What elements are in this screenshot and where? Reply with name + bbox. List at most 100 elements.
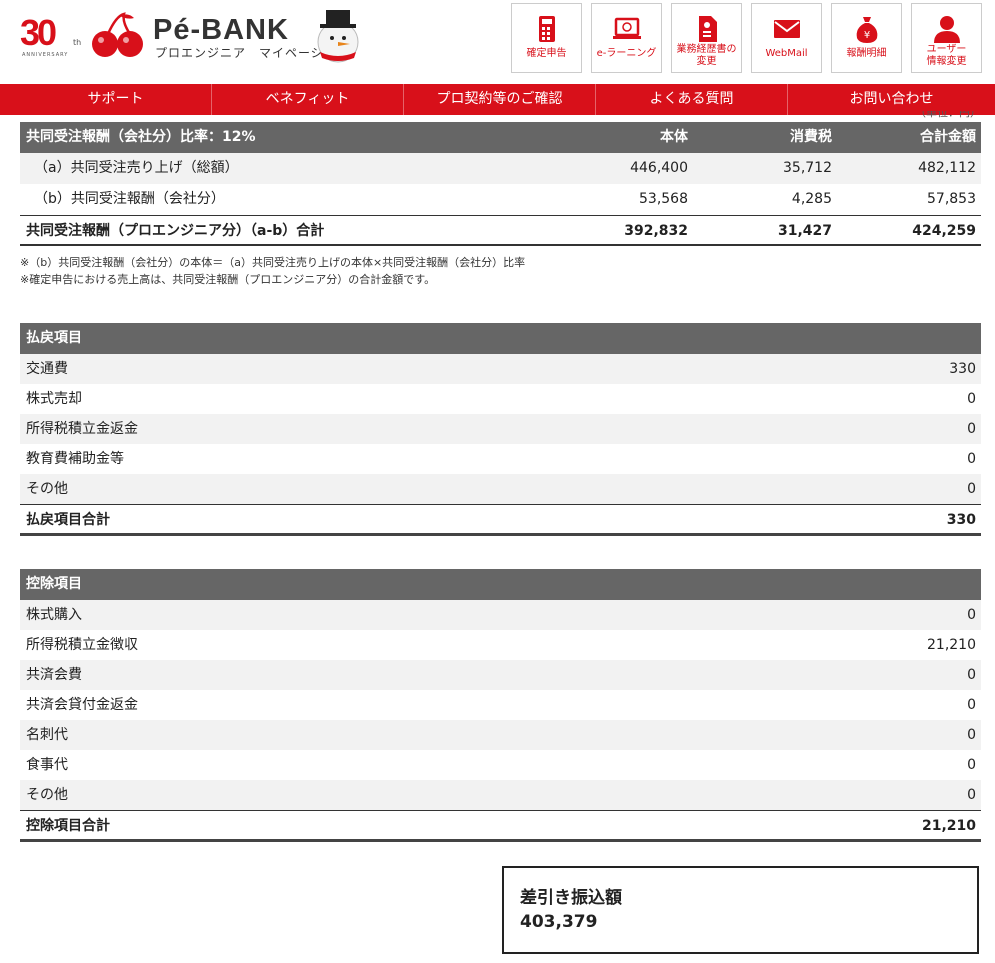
cherry-logo-icon[interactable] xyxy=(90,12,146,60)
user-settings-label: ユーザー 情報変更 xyxy=(926,44,967,67)
row-value: 0 xyxy=(967,421,976,437)
document-icon xyxy=(698,16,717,42)
row-value: 330 xyxy=(949,361,976,377)
table-row: 所得税積立金返金 0 xyxy=(20,414,981,444)
row-value: 21,210 xyxy=(927,637,976,653)
career-history-button[interactable]: 業務経歴書の 変更 xyxy=(671,3,742,73)
row-value: 0 xyxy=(967,451,976,467)
nav-faq[interactable]: よくある質問 xyxy=(596,84,788,115)
anniversary-suffix: th xyxy=(73,38,82,47)
net-transfer-amount: 403,379 xyxy=(520,912,598,932)
refund-table: 払戻項目 交通費 330 株式売却 0 所得税積立金返金 0 教育費補助金等 0 その他… xyxy=(20,323,981,536)
money-bag-icon: ¥ xyxy=(856,17,877,43)
row-value-base: 446,400 xyxy=(630,160,688,176)
nav-contract[interactable]: プロ契約等のご確認 xyxy=(404,84,596,115)
table-row: 食事代 0 xyxy=(20,750,981,780)
row-label: 教育費補助金等 xyxy=(26,451,124,467)
laptop-icon xyxy=(612,17,641,39)
pay-statement-button[interactable]: ¥ 報酬明細 xyxy=(831,3,902,73)
table-row: 株式売却 0 xyxy=(20,384,981,414)
row-label: 株式売却 xyxy=(26,391,82,407)
row-value: 0 xyxy=(967,757,976,773)
row-label: （a）共同受注売り上げ（総額） xyxy=(34,160,239,176)
row-label: 交通費 xyxy=(26,361,68,377)
row-label: （b）共同受注報酬（会社分） xyxy=(34,191,225,207)
note-2: ※確定申告における売上高は、共同受注報酬（プロエンジニア分）の合計金額です。 xyxy=(20,273,436,286)
unit-label: （単位：円） xyxy=(915,111,981,119)
total-value: 330 xyxy=(946,512,976,528)
row-label: 株式購入 xyxy=(26,607,82,623)
tax-return-button[interactable]: 確定申告 xyxy=(511,3,582,73)
calculator-icon xyxy=(538,16,555,42)
site-header: 30 th ANNIVERSARY Pé-BANK プロエンジニア マイページ … xyxy=(0,0,995,84)
row-value: 0 xyxy=(967,727,976,743)
deduction-table: 控除項目 株式購入 0 所得税積立金徴収 21,210 共済会費 0 共済会貸付金返金… xyxy=(20,569,981,842)
nav-support[interactable]: サポート xyxy=(20,84,212,115)
row-label: 所得税積立金徴収 xyxy=(26,637,138,653)
row-value: 0 xyxy=(967,391,976,407)
row-value: 0 xyxy=(967,607,976,623)
brand-name[interactable]: Pé-BANK xyxy=(153,14,289,47)
nav-benefit[interactable]: ベネフィット xyxy=(212,84,404,115)
e-learning-button[interactable]: e-ラーニング xyxy=(591,3,662,73)
total-value-total: 424,259 xyxy=(912,223,976,239)
row-value: 0 xyxy=(967,697,976,713)
table-row: （a）共同受注売り上げ（総額） 446,400 35,712 482,112 xyxy=(20,153,981,184)
row-label: その他 xyxy=(26,787,68,803)
joint-order-title: 共同受注報酬（会社分）比率：12% xyxy=(26,129,256,145)
user-settings-button[interactable]: ユーザー 情報変更 xyxy=(911,3,982,73)
note-1: ※（b）共同受注報酬（会社分）の本体＝（a）共同受注売り上げの本体×共同受注報酬… xyxy=(20,256,526,269)
tax-return-label: 確定申告 xyxy=(526,48,567,59)
table-row: その他 0 xyxy=(20,474,981,504)
mail-icon xyxy=(773,20,800,38)
row-label: 名刺代 xyxy=(26,727,68,743)
table-row: 名刺代 0 xyxy=(20,720,981,750)
table-row: 株式購入 0 xyxy=(20,600,981,630)
row-value: 0 xyxy=(967,667,976,683)
total-value-tax: 31,427 xyxy=(777,223,832,239)
row-value: 0 xyxy=(967,481,976,497)
webmail-label: WebMail xyxy=(765,48,808,59)
col-header-total: 合計金額 xyxy=(920,129,976,145)
webmail-button[interactable]: WebMail xyxy=(751,3,822,73)
row-value-tax: 4,285 xyxy=(791,191,832,207)
col-header-tax: 消費税 xyxy=(790,129,832,145)
refund-total-row: 払戻項目合計 330 xyxy=(20,504,981,536)
table-row: 教育費補助金等 0 xyxy=(20,444,981,474)
main-nav: サポート ベネフィット プロ契約等のご確認 よくある質問 お問い合わせ xyxy=(20,84,995,115)
joint-order-notes: ※（b）共同受注報酬（会社分）の本体＝（a）共同受注売り上げの本体×共同受注報酬… xyxy=(20,254,525,288)
e-learning-label: e-ラーニング xyxy=(596,48,657,59)
table-row: 共済会貸付金返金 0 xyxy=(20,690,981,720)
joint-order-header: 共同受注報酬（会社分）比率：12% 本体 消費税 合計金額 xyxy=(20,122,981,153)
row-value-base: 53,568 xyxy=(639,191,688,207)
net-transfer-box: 差引き振込額 403,379 xyxy=(502,866,979,954)
user-icon xyxy=(933,16,960,43)
total-label: 控除項目合計 xyxy=(26,818,110,834)
pay-statement-label: 報酬明細 xyxy=(846,48,887,59)
total-label: 共同受注報酬（プロエンジニア分）（a-b）合計 xyxy=(26,223,325,239)
deduction-total-row: 控除項目合計 21,210 xyxy=(20,810,981,842)
row-label: 共済会貸付金返金 xyxy=(26,697,138,713)
total-value-base: 392,832 xyxy=(624,223,688,239)
table-row: （b）共同受注報酬（会社分） 53,568 4,285 57,853 xyxy=(20,184,981,215)
row-label: 所得税積立金返金 xyxy=(26,421,138,437)
table-row: 所得税積立金徴収 21,210 xyxy=(20,630,981,660)
nav-bar-edge xyxy=(0,84,20,115)
career-history-label: 業務経歴書の 変更 xyxy=(676,44,737,67)
deduction-header: 控除項目 xyxy=(20,569,981,600)
row-value-tax: 35,712 xyxy=(783,160,832,176)
snowman-icon xyxy=(317,10,359,63)
row-label: 共済会費 xyxy=(26,667,82,683)
svg-text:¥: ¥ xyxy=(863,30,869,41)
anniversary-text: ANNIVERSARY xyxy=(22,52,69,58)
row-label: 食事代 xyxy=(26,757,68,773)
total-label: 払戻項目合計 xyxy=(26,512,110,528)
refund-title: 払戻項目 xyxy=(26,330,82,346)
joint-order-total-row: 共同受注報酬（プロエンジニア分）（a-b）合計 392,832 31,427 4… xyxy=(20,215,981,246)
table-row: 共済会費 0 xyxy=(20,660,981,690)
joint-order-table: 共同受注報酬（会社分）比率：12% 本体 消費税 合計金額 （a）共同受注売り上… xyxy=(20,122,981,246)
table-row: 交通費 330 xyxy=(20,354,981,384)
anniversary-number: 30 xyxy=(20,12,57,53)
refund-header: 払戻項目 xyxy=(20,323,981,354)
row-label: その他 xyxy=(26,481,68,497)
